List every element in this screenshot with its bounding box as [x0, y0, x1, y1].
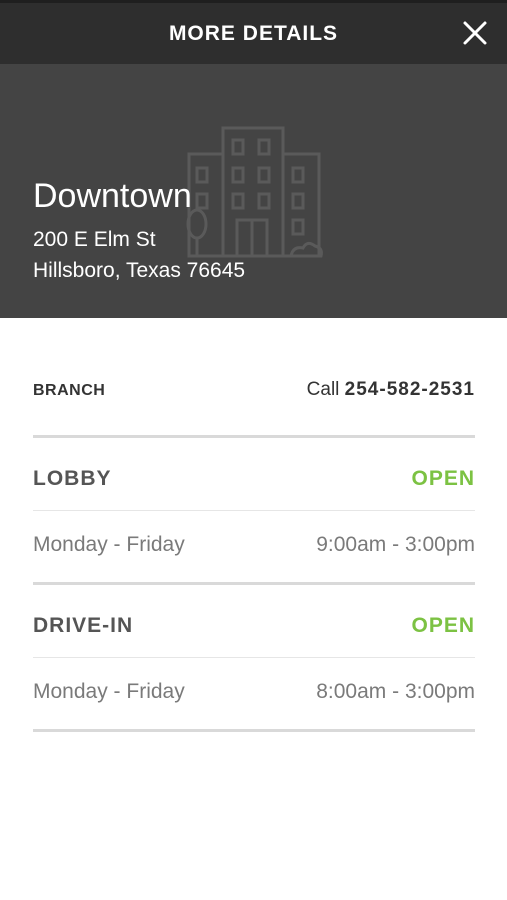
location-name: Downtown: [33, 177, 192, 215]
branch-phone-number: 254-582-2531: [344, 379, 475, 400]
header-bar: MORE DETAILS: [0, 0, 507, 64]
page-title: MORE DETAILS: [168, 22, 339, 45]
section-header: DRIVE-IN OPEN: [33, 585, 475, 658]
hours-days: Monday - Friday: [33, 680, 185, 703]
building-icon: [186, 126, 323, 258]
hours-row: Monday - Friday 8:00am - 3:00pm: [33, 658, 475, 732]
call-prefix: Call: [306, 379, 340, 400]
address-line-1: 200 E Elm St: [33, 228, 156, 251]
close-icon: [463, 21, 487, 45]
hours-time: 9:00am - 3:00pm: [316, 533, 475, 556]
details-content: BRANCH Call 254-582-2531 LOBBY OPEN Mond…: [33, 318, 475, 732]
status-badge: OPEN: [411, 467, 475, 490]
section-title: LOBBY: [33, 467, 112, 490]
section-title: DRIVE-IN: [33, 614, 134, 637]
drive-in-section: DRIVE-IN OPEN Monday - Friday 8:00am - 3…: [33, 585, 475, 732]
more-details-screen: MORE DETAILS Downtown 200 E Elm St Hills…: [0, 0, 507, 900]
call-branch-link[interactable]: Call 254-582-2531: [307, 379, 475, 401]
branch-row: BRANCH Call 254-582-2531: [33, 318, 475, 438]
close-button[interactable]: [461, 19, 489, 47]
lobby-section: LOBBY OPEN Monday - Friday 9:00am - 3:00…: [33, 438, 475, 585]
address-line-2: Hillsboro, Texas 76645: [33, 259, 246, 282]
section-header: LOBBY OPEN: [33, 438, 475, 511]
status-badge: OPEN: [411, 614, 475, 637]
hours-row: Monday - Friday 9:00am - 3:00pm: [33, 511, 475, 585]
location-hero: Downtown 200 E Elm St Hillsboro, Texas 7…: [0, 64, 507, 318]
hours-days: Monday - Friday: [33, 533, 185, 556]
branch-label: BRANCH: [33, 382, 106, 399]
hours-time: 8:00am - 3:00pm: [316, 680, 475, 703]
